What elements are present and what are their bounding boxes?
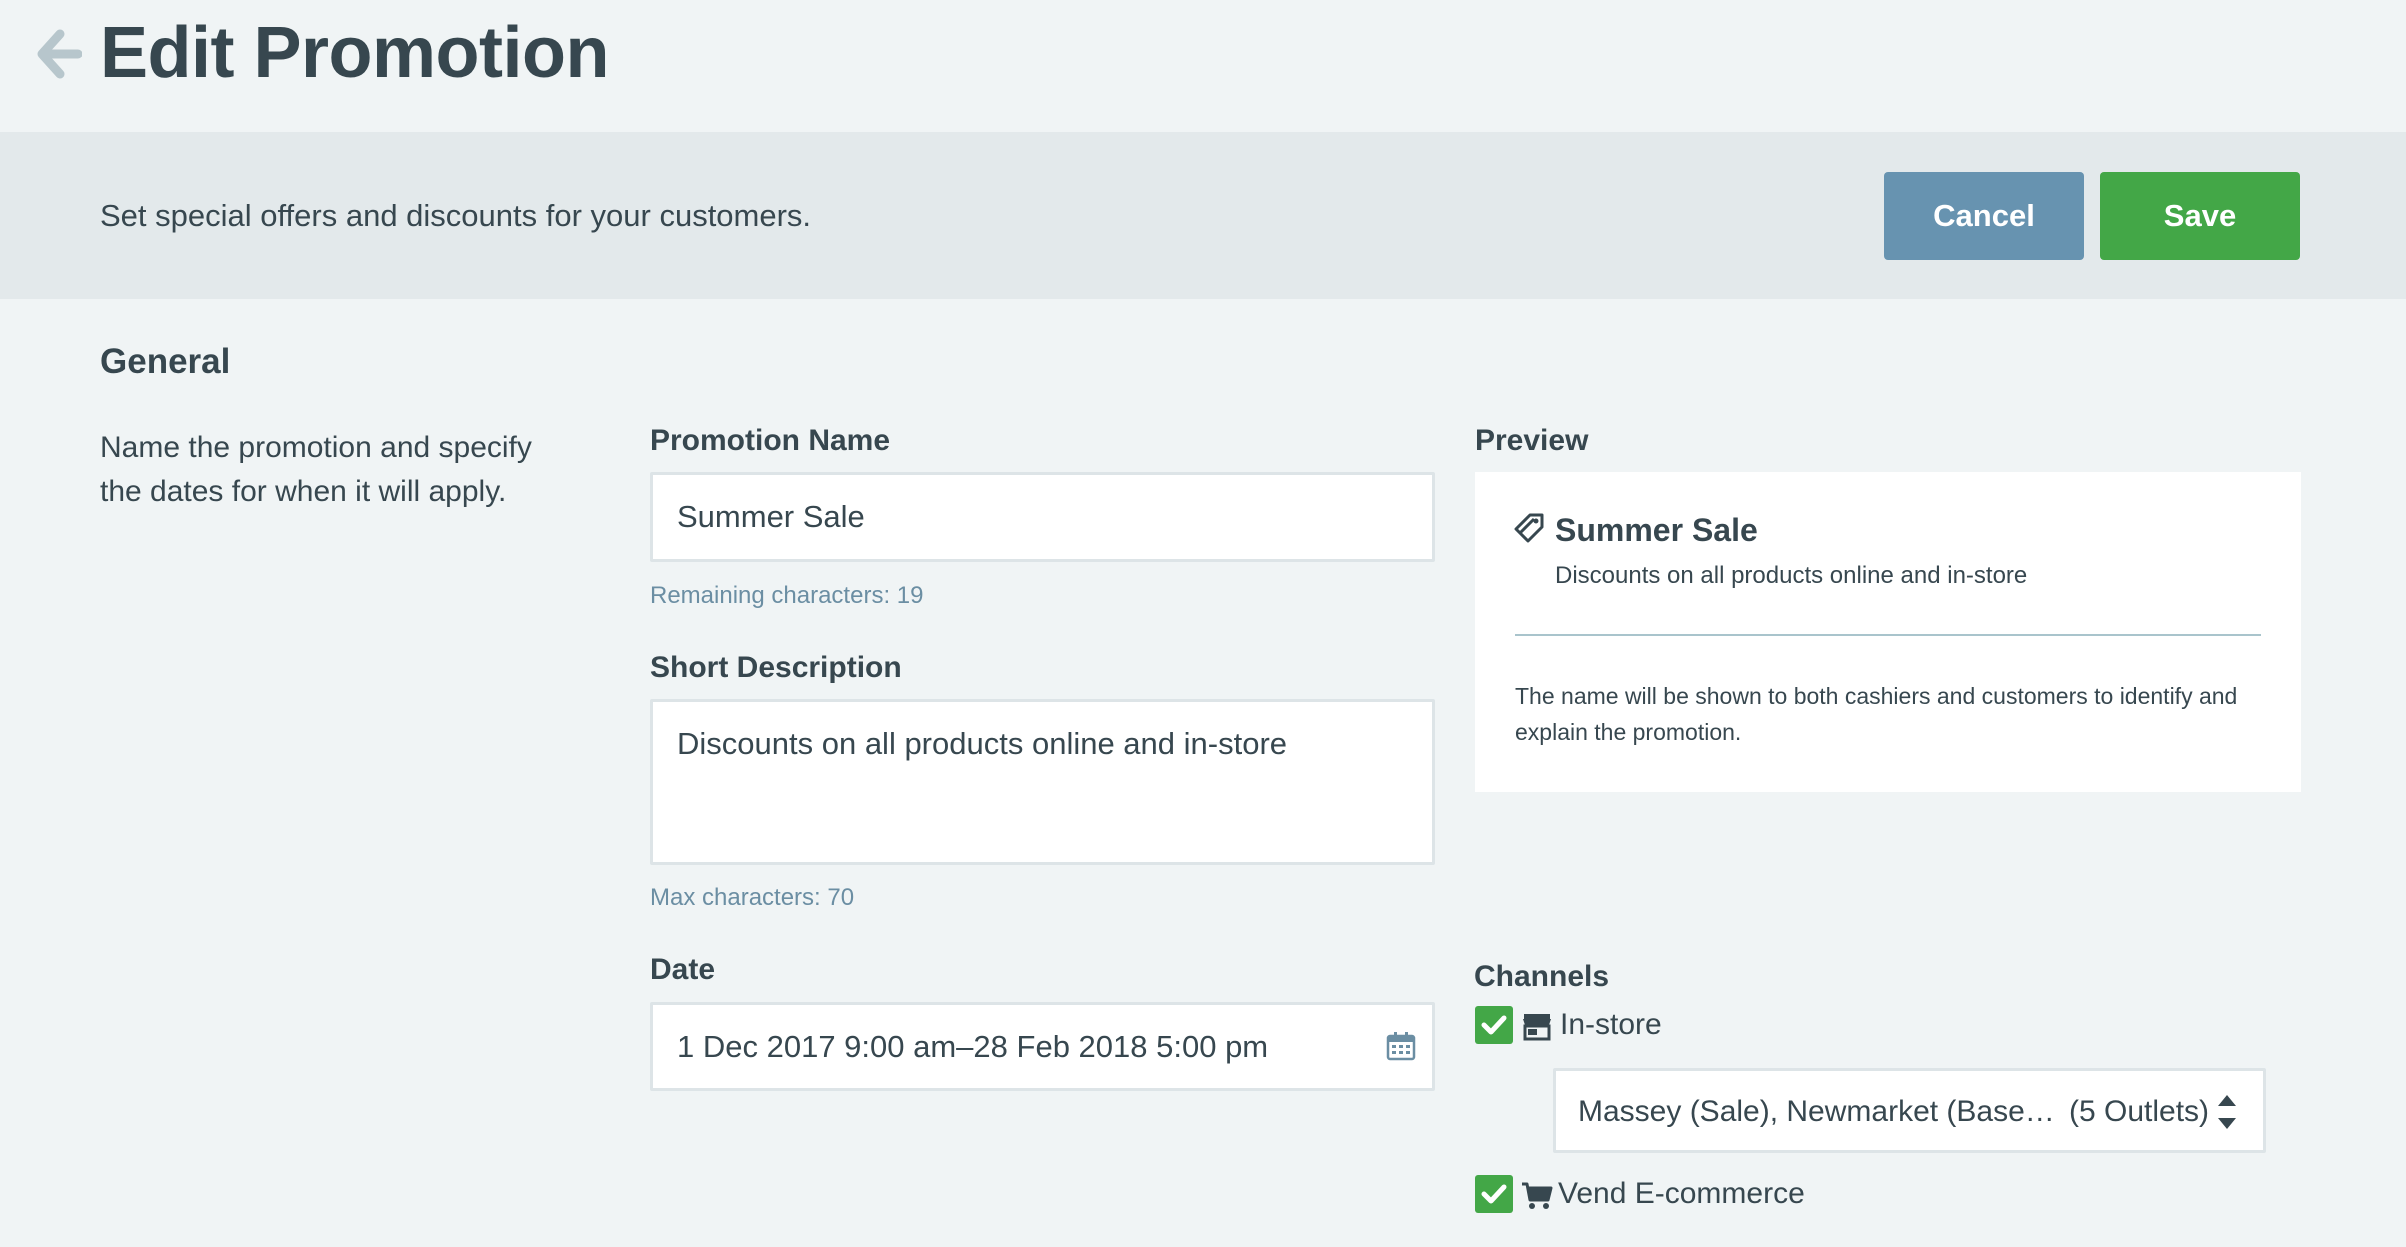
promotion-name-value: Summer Sale xyxy=(677,499,865,534)
preview-promotion-name: Summer Sale xyxy=(1555,512,1758,548)
preview-divider xyxy=(1515,634,2261,636)
checkmark-icon xyxy=(1481,1015,1507,1035)
preview-note: The name will be shown to both cashiers … xyxy=(1515,683,2238,745)
promotion-name-label: Promotion Name xyxy=(650,424,891,457)
remaining-characters-hint: Remaining characters: 19 xyxy=(650,582,924,609)
max-characters-hint: Max characters: 70 xyxy=(650,884,855,911)
outlets-selected-text: Massey (Sale), Newmarket (Base), Se... xyxy=(1578,1095,2058,1128)
save-button[interactable]: Save xyxy=(2100,172,2300,260)
checkmark-icon xyxy=(1481,1184,1507,1204)
date-range-value: 1 Dec 2017 9:00 am–28 Feb 2018 5:00 pm xyxy=(677,1028,1269,1064)
date-label: Date xyxy=(650,953,716,986)
date-range-input[interactable]: 1 Dec 2017 9:00 am–28 Feb 2018 5:00 pm xyxy=(650,1002,1435,1091)
page-title: Edit Promotion xyxy=(100,13,609,93)
toolbar-description: Set special offers and discounts for you… xyxy=(100,198,812,233)
channels-label: Channels xyxy=(1474,960,1610,993)
in-store-label: In-store xyxy=(1560,1008,1662,1041)
sort-arrows-icon xyxy=(2214,1089,2240,1135)
outlets-count: (5 Outlets) xyxy=(2069,1095,2210,1128)
promotion-name-input[interactable]: Summer Sale xyxy=(650,472,1435,562)
preview-label: Preview xyxy=(1475,424,1589,457)
short-description-textarea[interactable]: Discounts on all products online and in-… xyxy=(650,699,1435,865)
tag-icon xyxy=(1513,512,1545,544)
short-description-label: Short Description xyxy=(650,651,902,684)
arrow-left-icon[interactable] xyxy=(34,28,83,80)
calendar-icon[interactable] xyxy=(1386,1031,1416,1061)
page-header: Edit Promotion xyxy=(0,0,2406,132)
cancel-button[interactable]: Cancel xyxy=(1884,172,2084,260)
section-description: Name the promotion and specify the dates… xyxy=(100,431,532,508)
store-icon xyxy=(1521,1010,1553,1042)
short-description-value: Discounts on all products online and in-… xyxy=(677,726,1288,761)
cart-icon xyxy=(1521,1180,1553,1212)
in-store-checkbox[interactable] xyxy=(1475,1006,1513,1044)
preview-promotion-description: Discounts on all products online and in-… xyxy=(1555,562,2028,589)
vend-ecommerce-checkbox[interactable] xyxy=(1475,1175,1513,1213)
preview-card: Summer Sale Discounts on all products on… xyxy=(1475,472,2301,792)
outlets-select[interactable]: Massey (Sale), Newmarket (Base), Se... (… xyxy=(1553,1068,2266,1153)
vend-ecommerce-label: Vend E-commerce xyxy=(1558,1177,1805,1210)
section-title-general: General xyxy=(100,342,231,381)
